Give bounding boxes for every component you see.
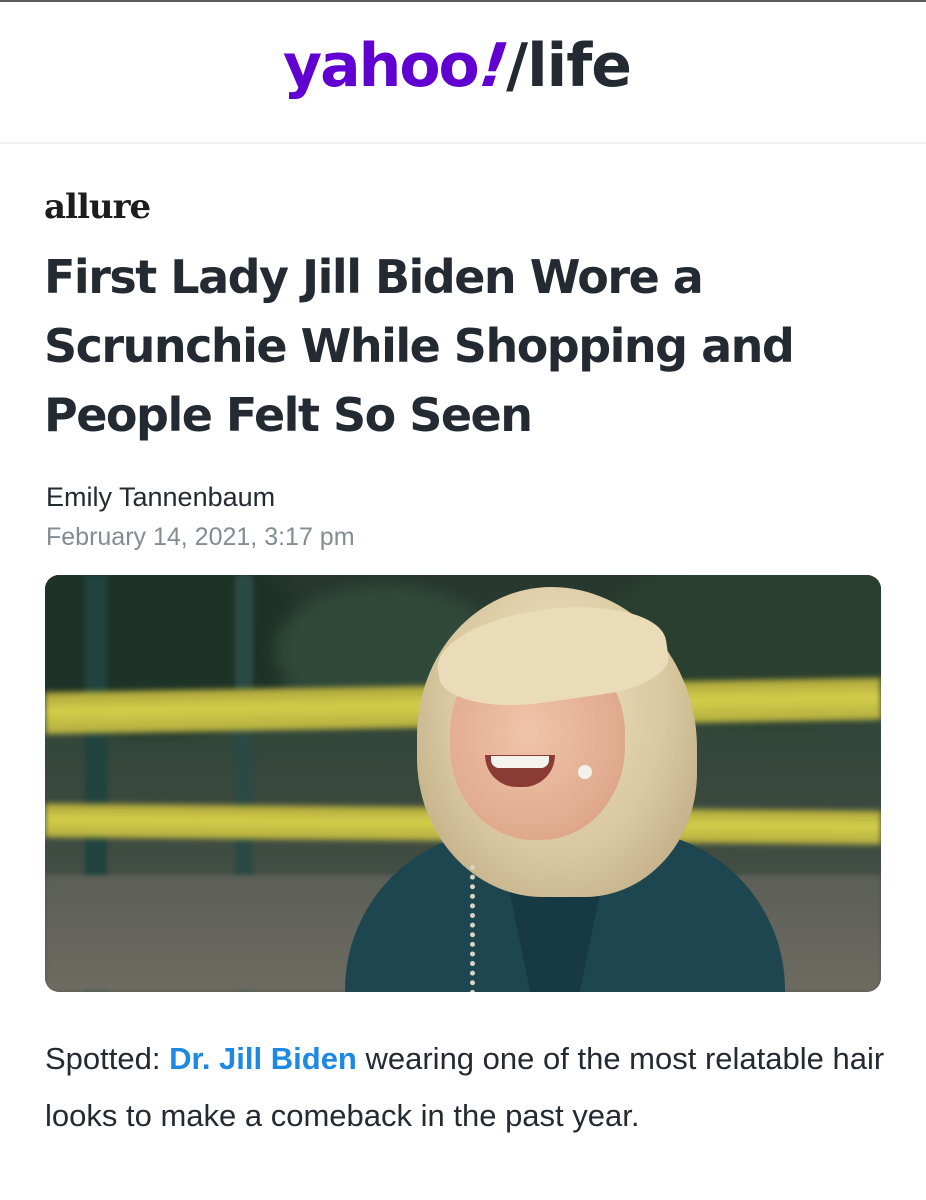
- jill-biden-link[interactable]: Dr. Jill Biden: [169, 1041, 357, 1076]
- logo-yahoo-text: yahoo: [283, 31, 480, 101]
- pearl-earring: [578, 765, 592, 779]
- pearl-necklace: [470, 865, 493, 992]
- site-header: yahoo! / life: [0, 2, 926, 142]
- publisher-logo[interactable]: allure: [44, 190, 151, 224]
- article-body: Spotted: Dr. Jill Biden wearing one of t…: [45, 1030, 895, 1144]
- author-name[interactable]: Emily Tannenbaum: [46, 481, 275, 513]
- article-headline: First Lady Jill Biden Wore a Scrunchie W…: [44, 250, 795, 442]
- teeth-shape: [491, 756, 549, 768]
- header-divider: [0, 142, 926, 144]
- yahoo-life-logo[interactable]: yahoo! / life: [283, 31, 632, 101]
- body-prefix: Spotted:: [45, 1041, 170, 1076]
- publish-date: February 14, 2021, 3:17 pm: [46, 523, 355, 551]
- logo-life-text: life: [527, 31, 632, 101]
- hero-image[interactable]: [45, 575, 881, 992]
